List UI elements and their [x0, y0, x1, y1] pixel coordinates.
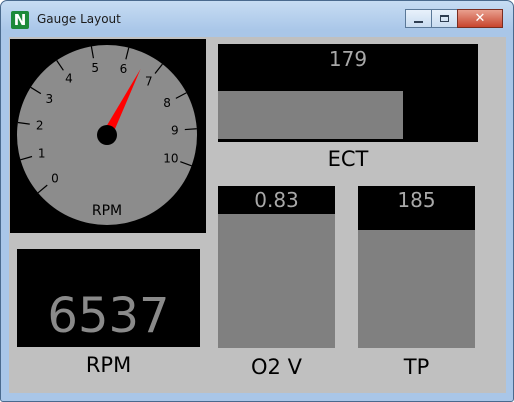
dial-tick	[184, 128, 197, 131]
tachometer-dial: 01 234 5 6 789 10 RPM	[17, 45, 197, 225]
tp-bar-fill	[358, 230, 475, 348]
ect-gauge: 179	[218, 44, 478, 142]
title-bar[interactable]: N Gauge Layout ✕	[1, 1, 513, 37]
window-title: Gauge Layout	[37, 12, 121, 26]
minimize-button[interactable]	[405, 9, 432, 28]
tp-gauge: 185	[358, 186, 475, 348]
ect-bar-fill	[218, 91, 403, 139]
caption-buttons: ✕	[405, 9, 503, 29]
close-icon: ✕	[474, 11, 486, 26]
dial-tick-label: 9	[171, 123, 179, 137]
dial-tick-label: 8	[163, 96, 171, 110]
client-area: 0 1 2 3 4 5 6 7 8 9 10 RPM 179 ECT 6537 RPM 0.83 O…	[9, 37, 506, 393]
rpm-digital-label: RPM	[85, 353, 132, 377]
o2-value: 0.83	[254, 188, 299, 212]
app-icon: N	[11, 11, 29, 29]
o2-bar-fill	[218, 214, 335, 348]
dial-tick-label: 6	[120, 62, 128, 76]
tp-label: TP	[403, 355, 430, 379]
o2-gauge: 0.83	[218, 186, 335, 348]
close-button[interactable]: ✕	[457, 9, 503, 28]
ect-value: 179	[328, 47, 368, 71]
dial-tick-label: 5	[91, 61, 99, 75]
ect-label: ECT	[327, 147, 369, 171]
dial-tick-label: 0	[51, 172, 59, 186]
dial-tick-label: 3	[46, 92, 54, 106]
dial-tick-label: 10	[163, 151, 178, 165]
needle-hub	[97, 125, 117, 145]
tachometer-label: RPM	[92, 203, 122, 219]
maximize-button[interactable]	[431, 9, 458, 28]
dial-tick-label: 7	[145, 74, 153, 88]
rpm-digital-value: 6537	[47, 288, 170, 344]
app-window: N Gauge Layout ✕ 0 1 2 3 4 5 6 7 8 9 10 RPM 179 EC…	[0, 0, 514, 402]
minimize-icon	[414, 20, 423, 23]
dial-tick-label: 4	[65, 72, 73, 86]
dial-tick-label: 2	[36, 119, 44, 133]
tp-value: 185	[397, 188, 436, 212]
maximize-icon	[440, 15, 449, 22]
rpm-digital-display: 6537	[17, 249, 200, 347]
o2-label: O2 V	[251, 355, 302, 379]
dial-tick-label: 1	[38, 147, 46, 161]
rpm-tachometer: 0 1 2 3 4 5 6 7 8 9 10 RPM	[10, 39, 206, 233]
